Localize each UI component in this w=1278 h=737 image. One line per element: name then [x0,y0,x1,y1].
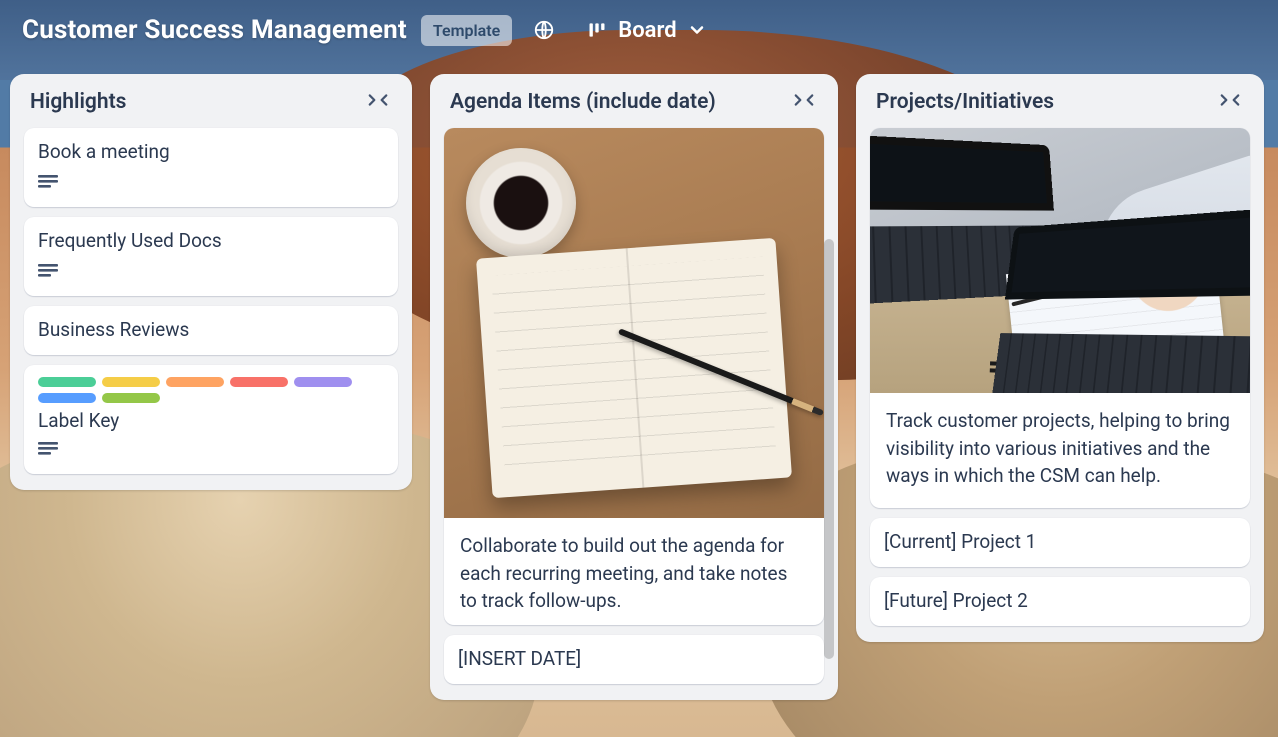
card-description-text: Track customer projects, helping to brin… [870,393,1250,508]
globe-icon [533,19,555,41]
card[interactable]: Track customer projects, helping to brin… [870,128,1250,508]
card[interactable]: [INSERT DATE] [444,635,824,684]
description-lines-icon [38,440,62,460]
card-title: [INSERT DATE] [458,647,810,670]
label-blue[interactable] [38,393,96,403]
card[interactable]: Label Key [24,365,398,474]
board-canvas[interactable]: Highlights Book a meeting Frequently Use… [0,66,1278,733]
visibility-button[interactable] [526,12,562,48]
list-projects: Projects/Initiatives [856,74,1264,642]
collapse-arrows-icon [793,92,815,112]
card-title: Book a meeting [38,140,384,163]
card[interactable]: Collaborate to build out the agenda for … [444,128,824,625]
card-cover-image [870,128,1250,393]
card[interactable]: Frequently Used Docs [24,217,398,296]
description-lines-icon [38,262,62,282]
collapse-arrows-icon [1219,92,1241,112]
label-purple[interactable] [294,377,352,387]
label-green[interactable] [38,377,96,387]
list-collapse-button[interactable] [790,92,818,112]
card-cover-image [444,128,824,518]
chevron-down-icon [687,20,707,40]
card[interactable]: [Future] Project 2 [870,577,1250,626]
collapse-arrows-icon [367,92,389,112]
card-description-text: Collaborate to build out the agenda for … [444,518,824,625]
view-switcher[interactable]: Board [576,14,716,47]
list-scrollbar[interactable] [824,239,834,659]
card-title: [Future] Project 2 [884,589,1236,612]
template-badge[interactable]: Template [421,15,512,46]
card-title: Frequently Used Docs [38,229,384,252]
board-title[interactable]: Customer Success Management [22,15,407,45]
card[interactable]: [Current] Project 1 [870,518,1250,567]
list-collapse-button[interactable] [364,92,392,112]
list-title[interactable]: Projects/Initiatives [876,90,1054,114]
label-lime[interactable] [102,393,160,403]
card-title: [Current] Project 1 [884,530,1236,553]
board-bars-icon [586,20,608,40]
card-title: Label Key [38,409,384,432]
list-highlights: Highlights Book a meeting Frequently Use… [10,74,412,490]
card[interactable]: Book a meeting [24,128,398,207]
list-title[interactable]: Highlights [30,90,126,114]
card-title: Business Reviews [38,318,384,341]
list-collapse-button[interactable] [1216,92,1244,112]
description-lines-icon [38,173,62,193]
board-header: Customer Success Management Template Boa… [0,0,1278,66]
list-agenda: Agenda Items (include date) Collaborate … [430,74,838,700]
card-labels [38,377,384,403]
label-red[interactable] [230,377,288,387]
list-title[interactable]: Agenda Items (include date) [450,90,716,114]
view-label: Board [618,18,676,43]
label-yellow[interactable] [102,377,160,387]
label-orange[interactable] [166,377,224,387]
card[interactable]: Business Reviews [24,306,398,355]
